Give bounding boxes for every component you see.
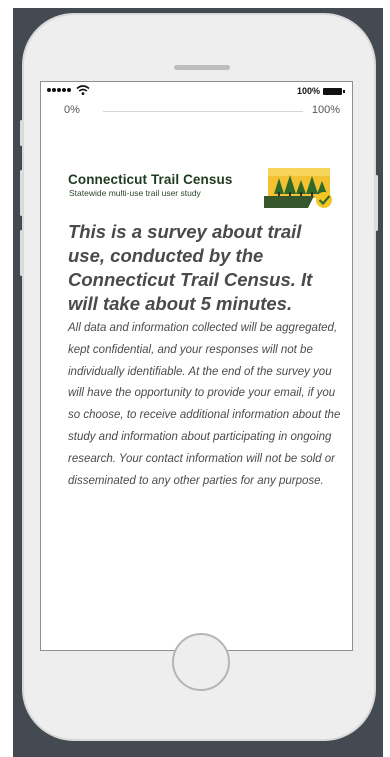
signal-dots-icon bbox=[47, 88, 71, 92]
logo-title: Connecticut Trail Census bbox=[68, 172, 233, 187]
phone-screen: 100% 0% 100% Connecticut Trail Census St… bbox=[40, 81, 353, 651]
progress-end-label: 100% bbox=[311, 104, 340, 116]
survey-intro-text: All data and information collected will … bbox=[68, 322, 341, 487]
trail-census-logo-icon bbox=[264, 168, 332, 208]
side-button-top bbox=[20, 120, 23, 146]
survey-progress: 0% 100% bbox=[41, 102, 352, 120]
side-button-power bbox=[375, 175, 378, 231]
battery-icon bbox=[323, 88, 345, 95]
side-button-volume-down bbox=[20, 230, 23, 276]
progress-bar-track bbox=[103, 111, 303, 112]
survey-heading: This is a survey about trail use, conduc… bbox=[68, 221, 313, 314]
trail-census-logo: Connecticut Trail Census Statewide multi… bbox=[68, 168, 338, 212]
progress-start-label: 0% bbox=[64, 104, 80, 116]
phone-frame: 100% 0% 100% Connecticut Trail Census St… bbox=[20, 13, 378, 741]
speaker-grille bbox=[174, 65, 230, 70]
battery-percent: 100% bbox=[296, 86, 320, 96]
status-bar: 100% bbox=[41, 82, 352, 102]
logo-subtitle: Statewide multi-use trail user study bbox=[69, 188, 201, 198]
side-button-volume-up bbox=[20, 170, 23, 216]
wifi-icon bbox=[76, 85, 90, 95]
home-button-icon[interactable] bbox=[172, 633, 230, 691]
